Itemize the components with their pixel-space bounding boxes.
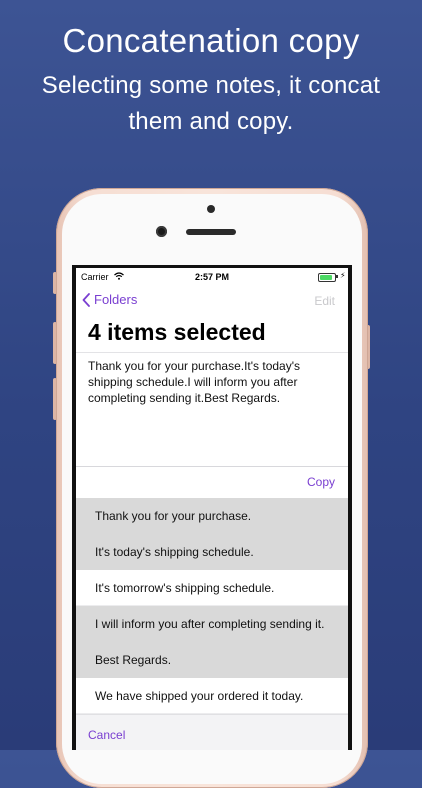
front-camera [156, 226, 167, 237]
battery-icon [318, 273, 336, 282]
back-button[interactable]: Folders [82, 292, 137, 307]
battery-level [320, 275, 332, 280]
promo-headline: Concatenation copy [62, 22, 360, 59]
note-row-label: We have shipped your ordered it today. [95, 689, 304, 703]
chevron-left-icon [82, 292, 90, 307]
back-button-label: Folders [94, 292, 138, 307]
page-title: 4 items selected [88, 319, 266, 345]
concatenated-text[interactable]: Thank you for your purchase.It's today's… [88, 358, 340, 406]
note-row-label: It's tomorrow's shipping schedule. [95, 581, 275, 595]
note-row[interactable]: It's tomorrow's shipping schedule. [76, 570, 348, 606]
note-row-label: Best Regards. [95, 653, 172, 667]
note-row[interactable]: I will inform you after completing sendi… [76, 606, 348, 642]
bottom-toolbar: Cancel [76, 714, 348, 750]
battery-tip [336, 275, 338, 278]
note-row-label: Thank you for your purchase. [95, 509, 252, 523]
status-time: 2:57 PM [194, 272, 229, 282]
copy-button[interactable]: Copy [307, 475, 335, 489]
cancel-button[interactable]: Cancel [88, 728, 125, 742]
note-row[interactable]: Best Regards. [76, 642, 348, 678]
earpiece-speaker [186, 229, 236, 235]
note-row-label: I will inform you after completing sendi… [95, 617, 325, 631]
notes-list: Thank you for your purchase. It's today's… [76, 498, 348, 714]
note-row[interactable]: Thank you for your purchase. [76, 498, 348, 534]
note-row[interactable]: We have shipped your ordered it today. [76, 678, 348, 714]
proximity-sensor [207, 205, 215, 213]
promo-subline: Selecting some notes, it concat them and… [41, 72, 381, 135]
charging-icon: ⚡ [340, 271, 346, 280]
status-bar: Carrier 2:57 PM ⚡ [76, 268, 348, 288]
phone-screen: Carrier 2:57 PM ⚡ Folders Edit 4 items s… [76, 268, 348, 750]
divider [76, 466, 348, 467]
note-row-label: It's today's shipping schedule. [95, 545, 254, 559]
edit-button[interactable]: Edit [314, 294, 335, 308]
note-row[interactable]: It's today's shipping schedule. [76, 534, 348, 570]
divider [76, 352, 348, 353]
